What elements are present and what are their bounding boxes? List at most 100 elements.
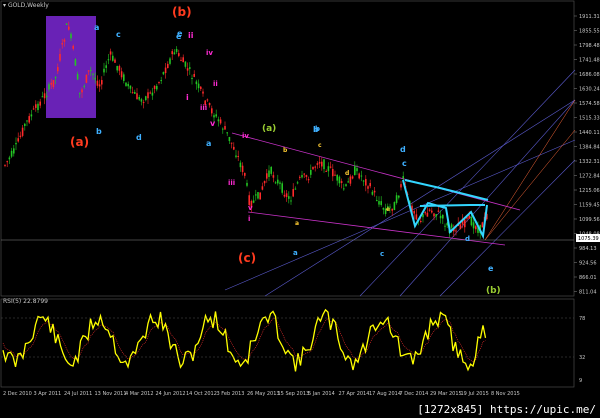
- candle-body: [360, 175, 363, 177]
- candle-body: [351, 176, 354, 179]
- candle-body: [140, 99, 143, 102]
- time-tick-label: 3 Apr 2011: [34, 391, 62, 397]
- wave-label: i: [186, 93, 189, 102]
- candle-body: [208, 103, 211, 106]
- candle-body: [6, 161, 8, 163]
- candle-body: [109, 51, 112, 55]
- wave-label: e: [386, 206, 390, 213]
- candle-body: [226, 132, 228, 134]
- wave-label: c: [402, 159, 407, 168]
- candle-body: [4, 164, 6, 166]
- candle-body: [54, 76, 57, 79]
- candle-body: [217, 119, 220, 122]
- price-tick-label: 1686.08: [579, 72, 600, 78]
- wave-label: b: [283, 147, 288, 154]
- candle-body: [173, 52, 176, 55]
- candle-body: [307, 179, 310, 181]
- osc-tick-label: 32: [579, 355, 585, 361]
- candle-body: [17, 138, 19, 142]
- price-tick-label: 1741.48: [579, 58, 600, 64]
- candle-body: [420, 220, 422, 222]
- candle-body: [41, 96, 44, 98]
- candle-body: [439, 215, 442, 219]
- candle-body: [481, 222, 484, 228]
- candle-body: [382, 207, 385, 210]
- osc-title: RSI(5) 22.8799: [3, 298, 48, 305]
- osc-tick-label: 9: [579, 378, 582, 384]
- candle-body: [395, 195, 398, 203]
- candle-body: [310, 169, 312, 175]
- candle-body: [393, 202, 396, 211]
- candle-body: [334, 174, 336, 176]
- candle-body: [428, 209, 431, 211]
- candle-body: [193, 73, 195, 77]
- candle-body: [233, 146, 235, 150]
- candle-body: [268, 170, 270, 177]
- candle-body: [211, 108, 213, 114]
- candle-body: [431, 210, 433, 213]
- candle-body: [415, 214, 418, 220]
- candle-body: [362, 180, 365, 182]
- red-fan: [484, 99, 576, 241]
- price-tick-label: 1630.24: [579, 87, 600, 93]
- candle-body: [50, 82, 52, 85]
- candle-body: [292, 189, 294, 197]
- candle-body: [186, 68, 189, 71]
- candle-body: [303, 173, 305, 175]
- candle-body: [98, 84, 101, 87]
- candle-body: [8, 157, 11, 160]
- candle-body: [301, 175, 303, 178]
- candle-body: [32, 108, 35, 110]
- wave-label: a: [206, 139, 211, 148]
- candle-body: [87, 70, 90, 72]
- arrow-upper: [404, 179, 489, 201]
- candle-body: [290, 200, 292, 202]
- candle-body: [294, 188, 297, 190]
- candle-body: [283, 194, 286, 197]
- candle-body: [147, 92, 149, 99]
- candle-body: [127, 83, 129, 87]
- candle-body: [433, 213, 435, 217]
- candle-body: [263, 181, 266, 184]
- chart-window: 1911.31 1855.55 1798.48 1741.48 1686.08 1630.…: [0, 0, 600, 418]
- candle-body: [259, 192, 261, 200]
- candle-body: [131, 92, 134, 94]
- time-axis: 2 Dec 2010 3 Apr 2011 24 Jul 2011 13 Nov 20…: [3, 391, 520, 397]
- osc-tick-label: 78: [579, 316, 585, 322]
- candle-body: [96, 80, 99, 86]
- candle-body: [347, 181, 349, 183]
- dropdown-icon[interactable]: ▾: [3, 2, 6, 9]
- candle-body: [376, 200, 378, 202]
- candle-body: [367, 186, 369, 189]
- candle-body: [160, 80, 162, 82]
- candle-body: [327, 166, 330, 172]
- wave-label: iii: [200, 104, 207, 112]
- candle-body: [26, 120, 28, 122]
- candle-body: [180, 59, 182, 61]
- wave-label: d: [400, 145, 406, 154]
- candle-body: [215, 114, 217, 117]
- wave-label: e: [488, 264, 494, 273]
- candle-body: [442, 214, 444, 219]
- wave-label: i: [248, 215, 250, 223]
- price-tick-label: 1440.11: [579, 130, 600, 136]
- candle-body: [149, 92, 151, 94]
- time-tick-label: 5 Jan 2014: [308, 391, 335, 397]
- price-chart[interactable]: 1911.31 1855.55 1798.48 1741.48 1686.08 1630.…: [0, 0, 600, 418]
- candle-body: [202, 91, 204, 94]
- candle-body: [59, 53, 61, 61]
- candle-body: [197, 83, 200, 89]
- price-tick-label: 811.04: [579, 290, 597, 296]
- candle-body: [323, 159, 325, 170]
- candle-body: [272, 175, 275, 178]
- watermark: [1272x845] https://upic.me/: [415, 403, 598, 416]
- candle-body: [105, 65, 107, 68]
- wave-label: c: [318, 142, 322, 149]
- candle-body: [336, 174, 338, 181]
- candle-body: [444, 225, 446, 227]
- candle-body: [189, 67, 191, 69]
- candle-body: [345, 184, 347, 186]
- price-tick-label: 984.13: [579, 246, 597, 252]
- osc-panel-border: [0, 298, 575, 388]
- candle-body: [167, 63, 169, 69]
